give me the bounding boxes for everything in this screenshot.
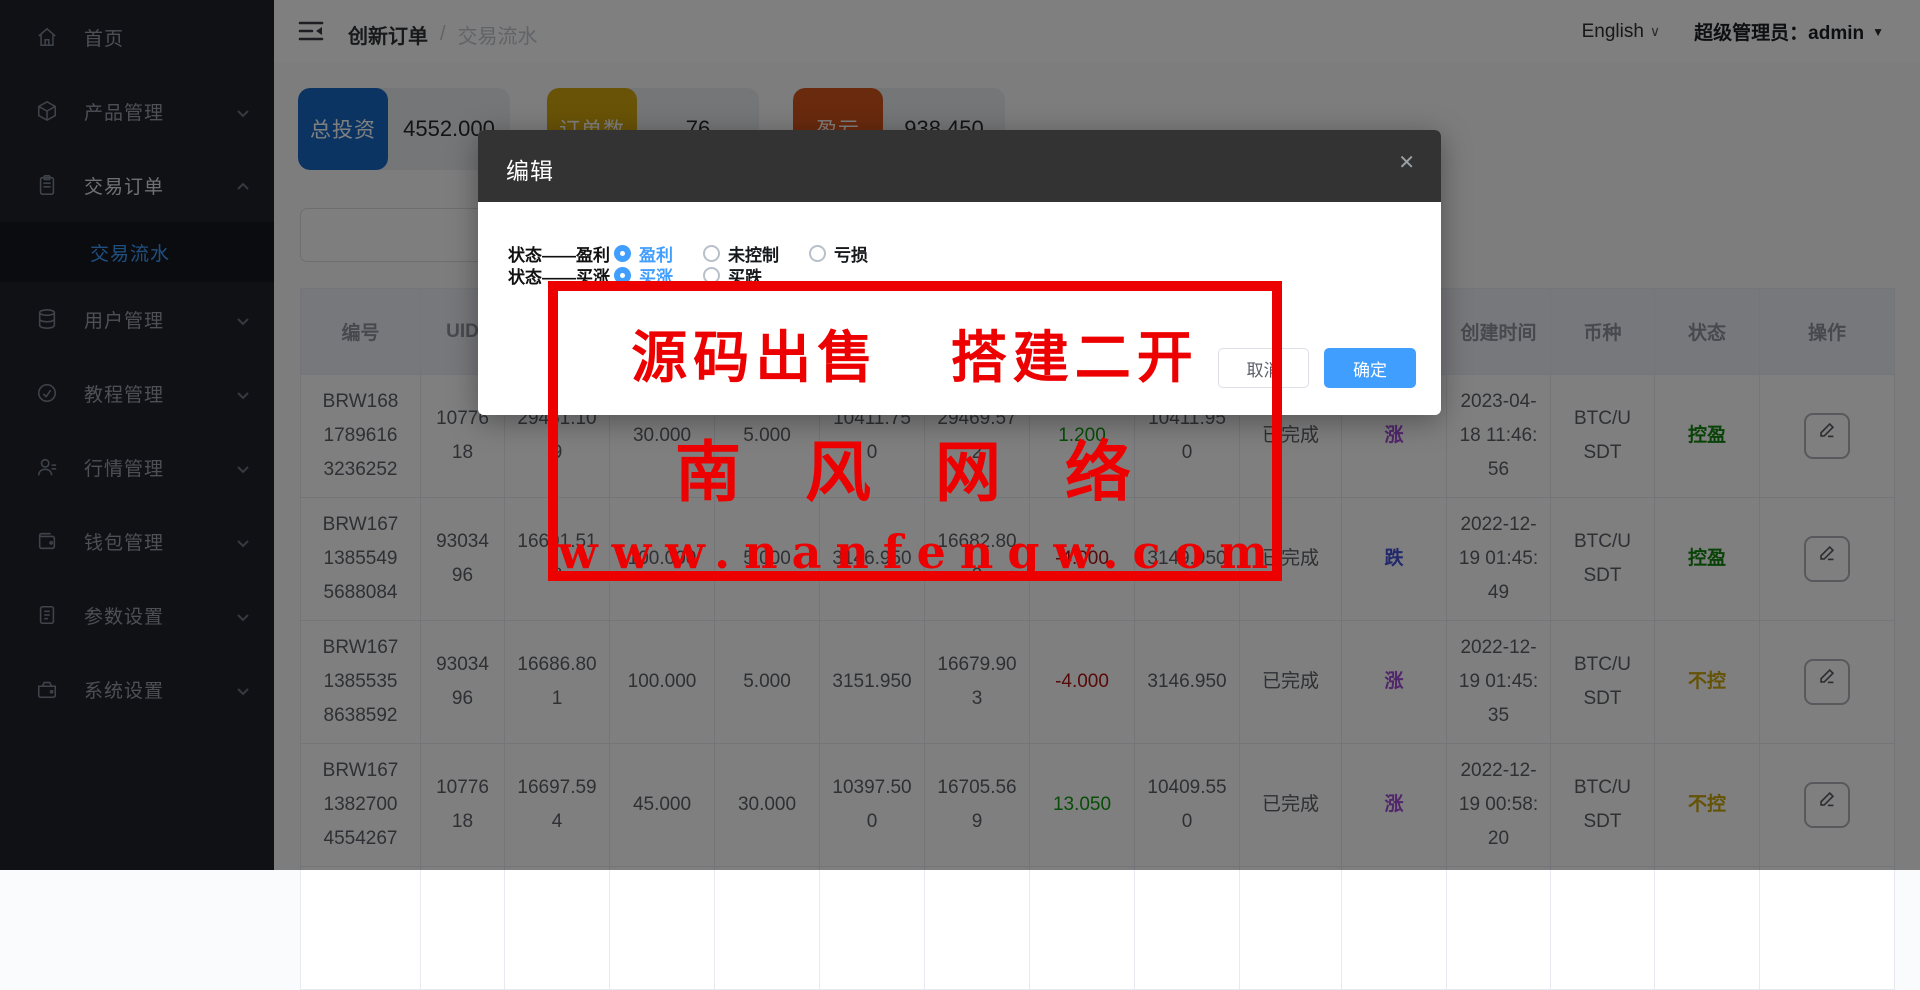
cell <box>925 867 1030 990</box>
cell <box>1240 867 1342 990</box>
cell <box>421 867 505 990</box>
cell <box>1760 867 1895 990</box>
edit-dialog: 编辑 ✕ 状态——盈利盈利未控制亏损状态——买涨 买涨 买跌 取消 确定 <box>478 130 1441 415</box>
cell <box>1030 867 1135 990</box>
confirm-button[interactable]: 确定 <box>1324 348 1416 388</box>
radio-option-label: 买跌 <box>728 263 762 288</box>
cell <box>1135 867 1240 990</box>
close-icon[interactable]: ✕ <box>1398 153 1415 173</box>
cell <box>820 867 925 990</box>
cell <box>505 867 610 990</box>
radio-icon[interactable] <box>614 267 631 284</box>
radio-option-label: 买涨 <box>639 263 673 288</box>
radio-group-1: 状态——盈利盈利未控制亏损 <box>508 242 898 264</box>
cell <box>610 867 715 990</box>
table-row <box>301 867 1895 990</box>
radio-group-2: 状态——买涨 买涨 买跌 <box>508 264 792 286</box>
radio-icon[interactable] <box>809 245 826 262</box>
radio-option-label: 亏损 <box>834 241 868 266</box>
radio-option[interactable]: 买涨 <box>614 263 673 288</box>
dialog-title: 编辑 <box>506 152 554 186</box>
cell <box>1655 867 1760 990</box>
cancel-button[interactable]: 取消 <box>1218 348 1309 388</box>
cell <box>1551 867 1655 990</box>
cell <box>715 867 820 990</box>
radio-group-label: 状态——买涨 <box>508 263 610 288</box>
radio-icon[interactable] <box>703 267 720 284</box>
cell <box>1447 867 1551 990</box>
cell <box>301 867 421 990</box>
radio-option[interactable]: 亏损 <box>809 241 868 266</box>
radio-icon[interactable] <box>703 245 720 262</box>
radio-icon[interactable] <box>614 245 631 262</box>
dialog-header: 编辑 ✕ <box>478 130 1441 202</box>
radio-option[interactable]: 买跌 <box>703 263 762 288</box>
cell <box>1342 867 1447 990</box>
